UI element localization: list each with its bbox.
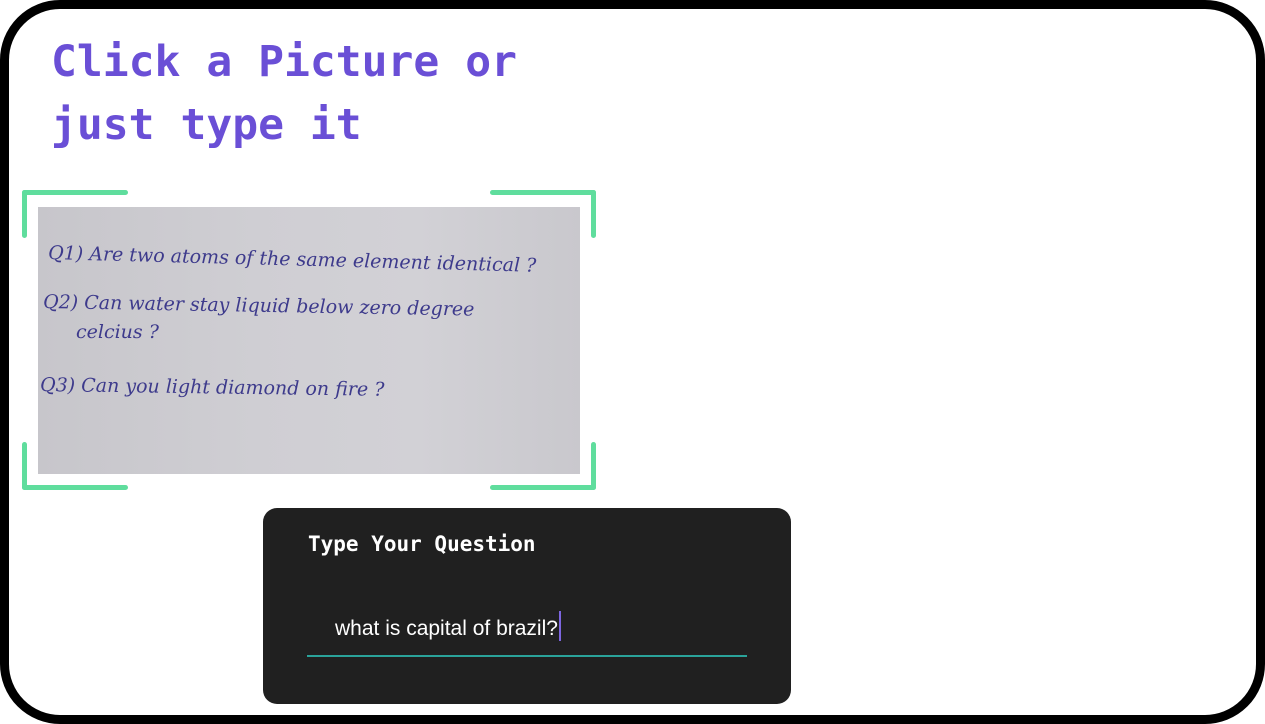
- handwritten-line-3: celcius ?: [76, 321, 160, 343]
- question-input-text: what is capital of brazil?: [335, 617, 558, 640]
- question-card-title: Type Your Question: [308, 532, 536, 556]
- question-field[interactable]: what is capital of brazil?: [307, 603, 747, 657]
- handwritten-line-4: Q3) Can you light diamond on fire ?: [40, 374, 385, 401]
- page-title: Click a Picture or just type it: [51, 31, 517, 157]
- question-input[interactable]: what is capital of brazil?: [335, 611, 735, 641]
- title-line-2: just type it: [51, 100, 362, 150]
- captured-picture[interactable]: Q1) Are two atoms of the same element id…: [22, 190, 596, 490]
- handwritten-questions-photo: Q1) Are two atoms of the same element id…: [38, 207, 580, 474]
- title-line-1: Click a Picture or: [51, 37, 517, 87]
- handwritten-line-1: Q1) Are two atoms of the same element id…: [48, 242, 537, 277]
- handwriting-svg: Q1) Are two atoms of the same element id…: [40, 242, 537, 401]
- question-card: Type Your Question what is capital of br…: [263, 508, 791, 704]
- text-caret: [558, 611, 561, 641]
- app-frame: Click a Picture or just type it Q1) Are …: [0, 0, 1265, 724]
- handwritten-line-2: Q2) Can water stay liquid below zero deg…: [43, 291, 475, 321]
- question-input-underline: [307, 655, 747, 657]
